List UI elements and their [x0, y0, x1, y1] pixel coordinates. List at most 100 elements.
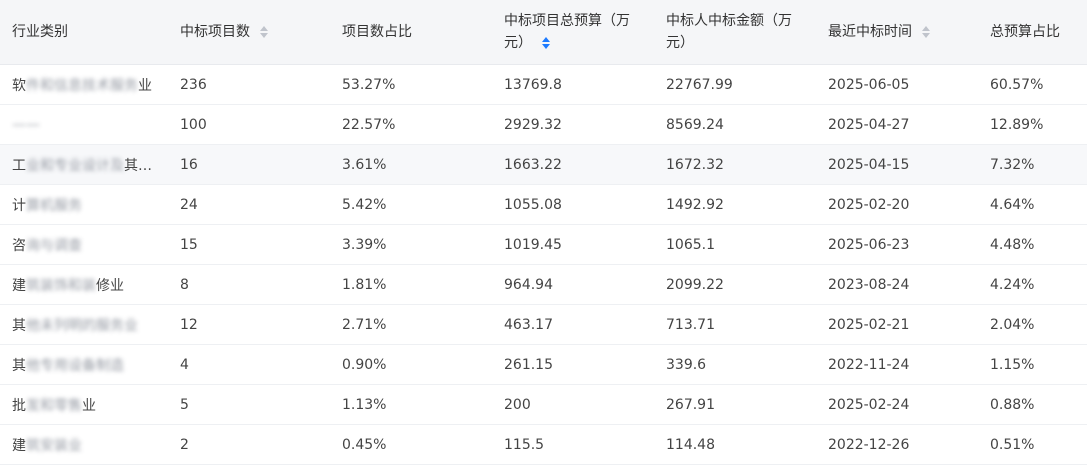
sort-icon[interactable]	[260, 26, 269, 38]
cell-project-count: 100	[168, 104, 330, 145]
table-row[interactable]: 其他未列明的服务业 12 2.71% 463.17 713.71 2025-02-21 2.…	[0, 304, 1087, 345]
cell-winning-amount: 339.6	[654, 344, 816, 385]
cell-budget-ratio: 60.57%	[978, 64, 1087, 105]
industry-blurred-text: 件和信息技术服务	[26, 77, 138, 94]
cell-latest-time: 2025-04-27	[816, 104, 978, 145]
sort-up-icon[interactable]	[922, 26, 931, 31]
cell-count-ratio: 0.90%	[330, 344, 492, 385]
table-row[interactable]: 计算机服务 24 5.42% 1055.08 1492.92 2025-02-20 4.64…	[0, 184, 1087, 225]
table-row[interactable]: 工业和专业设计及其… 16 3.61% 1663.22 1672.32 2025-04-1…	[0, 144, 1087, 185]
industry-visible-text: 咨	[12, 237, 26, 254]
cell-budget-ratio: 4.48%	[978, 224, 1087, 265]
header-latest-time[interactable]: 最近中标时间	[816, 0, 978, 65]
cell-industry: 建筑装饰和装修业	[0, 264, 168, 305]
cell-project-count: 24	[168, 184, 330, 225]
cell-count-ratio: 2.71%	[330, 304, 492, 345]
cell-count-ratio: 0.45%	[330, 424, 492, 465]
header-project-count[interactable]: 中标项目数	[168, 0, 330, 65]
cell-winning-amount: 8569.24	[654, 104, 816, 145]
cell-count-ratio: 1.81%	[330, 264, 492, 305]
cell-total-budget: 1055.08	[492, 184, 654, 225]
cell-winning-amount: 22767.99	[654, 64, 816, 105]
cell-count-ratio: 53.27%	[330, 64, 492, 105]
cell-total-budget: 13769.8	[492, 64, 654, 105]
table-row[interactable]: 建筑安装业 2 0.45% 115.5 114.48 2022-12-26 0.51%	[0, 424, 1087, 465]
header-budget-ratio-label: 总预算占比	[990, 24, 1060, 40]
cell-latest-time: 2025-06-23	[816, 224, 978, 265]
cell-latest-time: 2022-12-26	[816, 424, 978, 465]
cell-winning-amount: 267.91	[654, 384, 816, 425]
cell-project-count: 4	[168, 344, 330, 385]
cell-project-count: 12	[168, 304, 330, 345]
industry-visible-text: 计	[12, 197, 26, 214]
sort-up-icon[interactable]	[260, 26, 269, 31]
header-industry: 行业类别	[0, 0, 168, 65]
cell-winning-amount: 114.48	[654, 424, 816, 465]
cell-total-budget: 964.94	[492, 264, 654, 305]
cell-winning-amount: 1492.92	[654, 184, 816, 225]
industry-visible-text: 软	[12, 77, 26, 94]
header-total-budget[interactable]: 中标项目总预算（万元）	[492, 0, 654, 65]
sort-icon-active[interactable]	[542, 37, 551, 49]
cell-winning-amount: 713.71	[654, 304, 816, 345]
industry-blurred-text: 他未列明的服务业	[26, 317, 138, 334]
header-winning-amount: 中标人中标金额（万元）	[654, 0, 816, 65]
cell-winning-amount: 2099.22	[654, 264, 816, 305]
cell-total-budget: 463.17	[492, 304, 654, 345]
header-total-budget-label: 中标项目总预算（万元）	[504, 13, 630, 51]
cell-count-ratio: 3.39%	[330, 224, 492, 265]
sort-down-icon[interactable]	[922, 33, 931, 38]
cell-industry: 其他专用设备制造	[0, 344, 168, 385]
cell-count-ratio: 3.61%	[330, 144, 492, 185]
header-budget-ratio: 总预算占比	[978, 0, 1087, 65]
cell-budget-ratio: 2.04%	[978, 304, 1087, 345]
table-row[interactable]: 咨询与调查 15 3.39% 1019.45 1065.1 2025-06-23 4.48%	[0, 224, 1087, 265]
table-row[interactable]: 其他专用设备制造 4 0.90% 261.15 339.6 2022-11-24 1.15%	[0, 344, 1087, 385]
sort-up-icon[interactable]	[542, 37, 551, 42]
cell-budget-ratio: 0.88%	[978, 384, 1087, 425]
cell-total-budget: 261.15	[492, 344, 654, 385]
industry-tail-text: 修业	[96, 277, 124, 294]
cell-industry: 咨询与调查	[0, 224, 168, 265]
header-project-count-label: 中标项目数	[180, 24, 250, 40]
sort-down-icon[interactable]	[542, 44, 551, 49]
cell-industry: 软件和信息技术服务业	[0, 64, 168, 105]
cell-project-count: 5	[168, 384, 330, 425]
cell-budget-ratio: 1.15%	[978, 344, 1087, 385]
table-body: 软件和信息技术服务业 236 53.27% 13769.8 22767.99 2025-0…	[0, 64, 1087, 465]
table-row[interactable]: 批发和零售业 5 1.13% 200 267.91 2025-02-24 0.88%	[0, 384, 1087, 425]
cell-latest-time: 2025-02-20	[816, 184, 978, 225]
sort-down-icon[interactable]	[260, 33, 269, 38]
cell-industry: 建筑安装业	[0, 424, 168, 465]
cell-budget-ratio: 0.51%	[978, 424, 1087, 465]
table-row[interactable]: 软件和信息技术服务业 236 53.27% 13769.8 22767.99 2025-0…	[0, 64, 1087, 105]
industry-stats-table: 行业类别 中标项目数 项目数占比 中标项目总预算（万元） 中标人中标金额（万元）…	[0, 0, 1087, 465]
industry-visible-text: 建	[12, 277, 26, 294]
header-industry-label: 行业类别	[12, 24, 68, 40]
header-count-ratio-label: 项目数占比	[342, 24, 412, 40]
cell-latest-time: 2025-02-24	[816, 384, 978, 425]
industry-tail-text: 业	[82, 397, 96, 414]
table-header: 行业类别 中标项目数 项目数占比 中标项目总预算（万元） 中标人中标金额（万元）…	[0, 0, 1087, 65]
industry-visible-text: 工	[12, 157, 26, 174]
industry-tail-text: 业	[138, 77, 152, 94]
industry-visible-text: 其	[12, 317, 26, 334]
header-latest-time-label: 最近中标时间	[828, 24, 912, 40]
table-row[interactable]: —— 100 22.57% 2929.32 8569.24 2025-04-27 12.89…	[0, 104, 1087, 145]
cell-industry: 计算机服务	[0, 184, 168, 225]
industry-blurred-text: 筑装饰和装	[26, 277, 96, 294]
cell-project-count: 16	[168, 144, 330, 185]
cell-total-budget: 2929.32	[492, 104, 654, 145]
table-row[interactable]: 建筑装饰和装修业 8 1.81% 964.94 2099.22 2023-08-24 4.2…	[0, 264, 1087, 305]
industry-visible-text: 建	[12, 437, 26, 454]
cell-latest-time: 2023-08-24	[816, 264, 978, 305]
cell-project-count: 15	[168, 224, 330, 265]
sort-icon[interactable]	[922, 26, 931, 38]
header-row: 行业类别 中标项目数 项目数占比 中标项目总预算（万元） 中标人中标金额（万元）…	[0, 0, 1087, 65]
cell-project-count: 8	[168, 264, 330, 305]
cell-winning-amount: 1065.1	[654, 224, 816, 265]
cell-count-ratio: 1.13%	[330, 384, 492, 425]
industry-blurred-text: 筑安装业	[26, 437, 82, 454]
cell-total-budget: 1663.22	[492, 144, 654, 185]
industry-tail-text: 其…	[124, 157, 152, 174]
